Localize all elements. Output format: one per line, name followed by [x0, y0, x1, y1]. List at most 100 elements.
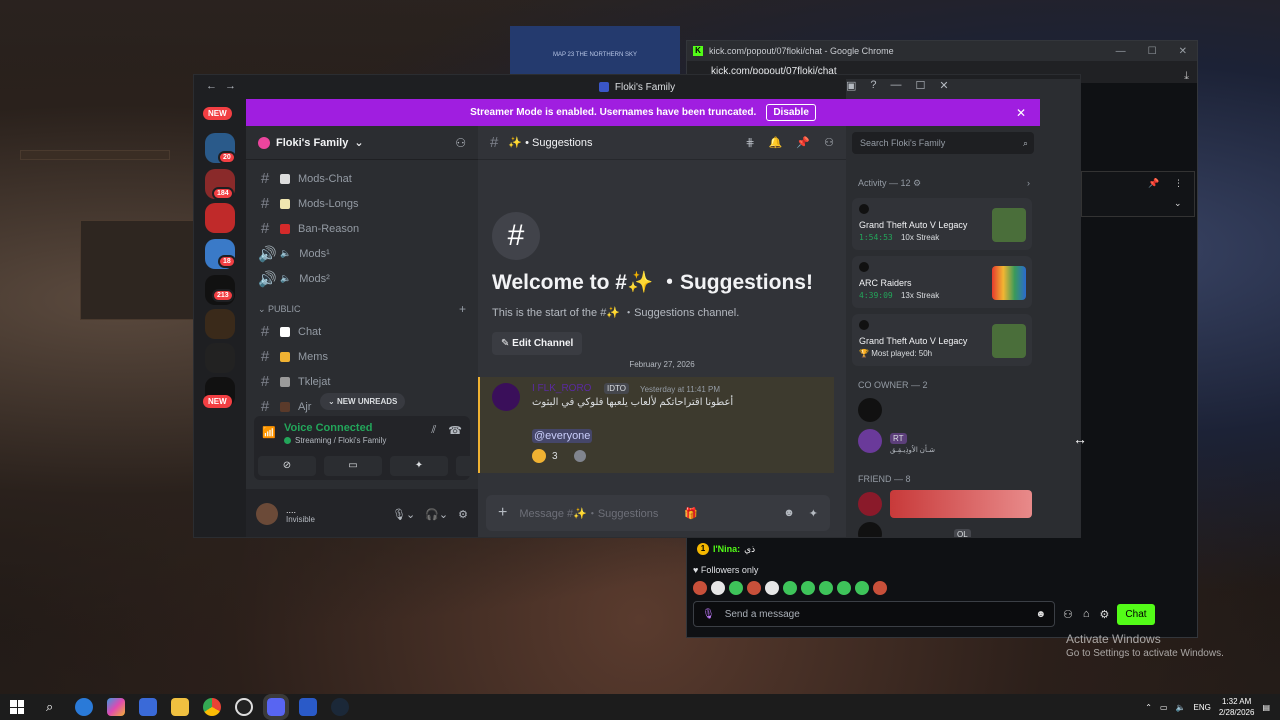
chevron-down-icon[interactable]: ⌄: [1174, 198, 1182, 209]
member-item[interactable]: RT شـأن الاُوذِيـقِـق: [858, 428, 935, 454]
more-options-icon[interactable]: ⋮: [1174, 178, 1183, 189]
guild-tag[interactable]: IDTO: [604, 383, 629, 394]
add-channel-icon[interactable]: +: [459, 302, 466, 316]
emote[interactable]: [783, 581, 797, 595]
channel-mods1[interactable]: 🔊 🔈 Mods¹: [246, 241, 478, 266]
send-message-input[interactable]: 🎙 Send a message ☻: [693, 601, 1055, 627]
new-badge-top[interactable]: NEW: [203, 107, 232, 120]
user-info[interactable]: .... Invisible: [286, 505, 315, 524]
search-input[interactable]: Search Floki's Family ⌕: [852, 132, 1034, 154]
emote[interactable]: [765, 581, 779, 595]
disconnect-icon[interactable]: ☎: [448, 424, 462, 437]
emote[interactable]: [801, 581, 815, 595]
emoji-icon[interactable]: ☻: [1035, 609, 1046, 620]
message-composer[interactable]: + Message #✨・Suggestions 🎁 ☻ ✦: [486, 495, 830, 531]
chrome-titlebar[interactable]: K kick.com/popout/07floki/chat - Google …: [687, 41, 1197, 61]
users-icon[interactable]: ⚇: [1063, 608, 1073, 621]
category-public[interactable]: ⌄ PUBLIC +: [246, 299, 478, 319]
search-icon[interactable]: ⌕: [46, 699, 53, 715]
activities-button[interactable]: ✦: [390, 456, 448, 476]
folder-icon[interactable]: [171, 698, 190, 716]
bell-icon[interactable]: 🔔: [769, 136, 783, 149]
camera-off-button[interactable]: ⊘: [258, 456, 316, 476]
activity-card[interactable]: Grand Theft Auto V Legacy 1:54:53 10x St…: [852, 198, 1032, 250]
add-reaction-icon[interactable]: [573, 450, 586, 462]
channel-mods-longs[interactable]: # Mods-Longs: [246, 191, 478, 216]
member-item[interactable]: [858, 398, 882, 422]
emote[interactable]: [837, 581, 851, 595]
member-item[interactable]: OL: [858, 522, 971, 537]
store-icon[interactable]: [139, 698, 158, 716]
apps-icon[interactable]: ✦: [809, 507, 818, 520]
settings-icon[interactable]: ⚙: [458, 508, 468, 521]
channel-ban-reason[interactable]: # Ban-Reason: [246, 216, 478, 241]
screen-share-button[interactable]: ▭: [324, 456, 382, 476]
channel-tklejat[interactable]: # Tklejat: [246, 369, 478, 394]
reaction[interactable]: 3: [532, 449, 586, 463]
mic-icon[interactable]: 🎙⌄: [392, 508, 415, 521]
discord-window[interactable]: ←→ Floki's Family ▣ ? — ☐ ✕ NEW 20 184 1…: [193, 74, 1081, 538]
threads-icon[interactable]: ⋕: [746, 136, 755, 149]
chat-username[interactable]: I'Nina:: [713, 544, 740, 554]
gift-icon[interactable]: 🎁: [684, 507, 698, 520]
member-list-icon[interactable]: ⚇: [824, 136, 834, 149]
close-icon[interactable]: ✕: [1179, 46, 1187, 57]
discord-titlebar[interactable]: ←→ Floki's Family ▣ ? — ☐ ✕: [194, 75, 1080, 492]
emote[interactable]: [855, 581, 869, 595]
notification-icon[interactable]: ▤: [1262, 703, 1270, 712]
close-banner-icon[interactable]: ✕: [1016, 106, 1026, 120]
composer-placeholder[interactable]: Message #✨・Suggestions: [519, 505, 658, 521]
nav-arrows[interactable]: ←→: [206, 80, 244, 92]
chevron-up-icon[interactable]: ⌃: [1145, 703, 1152, 712]
message-author[interactable]: I FLK_RORO: [532, 383, 591, 394]
new-unreads-pill[interactable]: ⌄ NEW UNREADS: [320, 393, 406, 410]
maximize-icon[interactable]: ☐: [1148, 46, 1157, 57]
emote[interactable]: [693, 581, 707, 595]
language-indicator[interactable]: ENG: [1194, 703, 1211, 712]
steam-icon[interactable]: [331, 698, 350, 716]
volume-icon[interactable]: 🔈: [1176, 703, 1186, 712]
edit-channel-button[interactable]: ✎ Edit Channel: [492, 332, 583, 355]
activity-header[interactable]: Activity — 12 ⚙ ›: [858, 178, 1030, 189]
edge-icon[interactable]: [75, 698, 94, 716]
download-icon[interactable]: ⤓: [1184, 65, 1189, 87]
avatar[interactable]: [256, 503, 278, 525]
channel-mods-chat[interactable]: # Mods-Chat: [246, 166, 478, 191]
noise-suppression-icon[interactable]: ⫽: [431, 424, 436, 437]
server-icon[interactable]: [205, 309, 235, 339]
headphones-icon[interactable]: 🎧⌄: [425, 508, 448, 521]
discord-icon[interactable]: [263, 694, 290, 720]
minimize-icon[interactable]: —: [1116, 46, 1126, 57]
new-badge-bottom[interactable]: NEW: [203, 395, 232, 408]
channel-mems[interactable]: # Mems: [246, 344, 478, 369]
emote[interactable]: [747, 581, 761, 595]
server-icon[interactable]: [205, 343, 235, 373]
emote[interactable]: [819, 581, 833, 595]
server-icon[interactable]: [205, 203, 235, 233]
chrome-icon[interactable]: [203, 698, 222, 716]
avatar[interactable]: [492, 383, 520, 411]
chat-send-button[interactable]: Chat: [1117, 603, 1155, 625]
emote[interactable]: [873, 581, 887, 595]
mic-icon[interactable]: 🎙: [702, 609, 715, 620]
voice-status-title[interactable]: Voice Connected: [284, 422, 372, 434]
channel-chat[interactable]: # Chat: [246, 319, 478, 344]
disable-button[interactable]: Disable: [766, 104, 816, 121]
start-button[interactable]: [10, 700, 24, 714]
obs-icon[interactable]: [235, 698, 254, 716]
emote[interactable]: [711, 581, 725, 595]
channel-mods2[interactable]: 🔊 🔈 Mods²: [246, 266, 478, 291]
network-icon[interactable]: ▭: [1160, 703, 1168, 712]
signal-icon[interactable]: 📶: [262, 426, 276, 439]
message-highlighted[interactable]: I FLK_RORO IDTO Yesterday at 11:41 PM أع…: [478, 377, 834, 473]
guild-header[interactable]: Floki's Family ⌄ ⚇: [246, 126, 478, 160]
activity-card[interactable]: ARC Raiders 4:39:09 13x Streak: [852, 256, 1032, 308]
settings-icon[interactable]: ⚙: [1100, 608, 1110, 621]
emoji-icon[interactable]: ☻: [783, 507, 795, 520]
clock[interactable]: 1:32 AM 2/28/2026: [1219, 696, 1255, 718]
pin-icon[interactable]: 📌: [796, 136, 810, 149]
everyone-mention[interactable]: @everyone: [532, 429, 593, 443]
chevron-right-icon[interactable]: ›: [1027, 178, 1030, 189]
emote[interactable]: [729, 581, 743, 595]
copilot-icon[interactable]: [107, 698, 126, 716]
